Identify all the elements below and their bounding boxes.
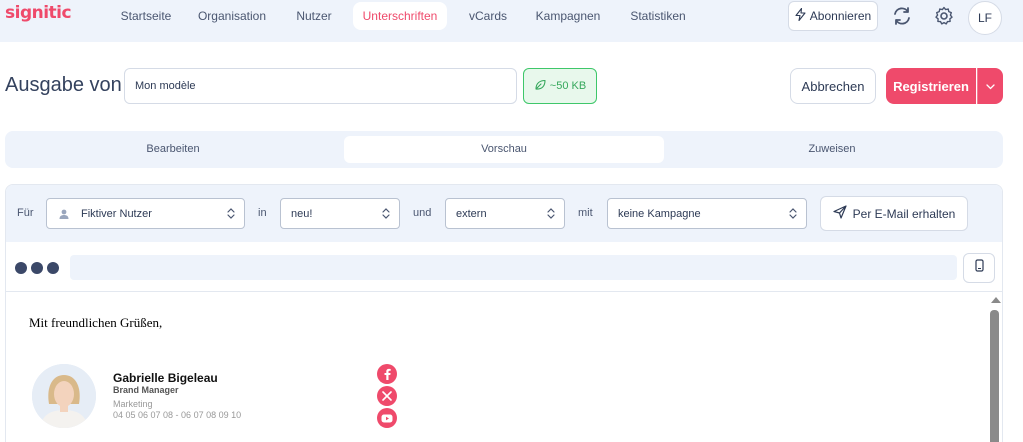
size-label: ~50 KB [549,80,587,92]
mode-select[interactable]: neu! [280,198,400,229]
signature-role: Brand Manager [113,385,179,395]
user-avatar[interactable]: LF [968,1,1002,35]
filter-label-and: und [413,207,432,219]
size-badge: ~50 KB [523,68,597,104]
window-dot [31,262,43,274]
preview-filter-row: Für Fiktiver Nutzer in neu! und extern m… [6,185,1002,242]
signature-name-input[interactable] [124,68,517,104]
x-icon[interactable] [377,386,397,406]
filter-label-in: in [258,207,267,219]
lightning-icon [795,7,806,24]
mobile-icon [974,259,984,277]
nav-statistiken[interactable]: Statistiken [620,2,696,30]
signature-photo [32,364,96,428]
mode-select-value: neu! [291,207,313,220]
nav-nutzer[interactable]: Nutzer [284,2,344,30]
youtube-icon[interactable] [377,408,397,428]
nav-kampagnen[interactable]: Kampagnen [528,2,608,30]
campaign-select[interactable]: keine Kampagne [607,198,807,229]
chevron-down-icon [986,77,995,95]
tab-zuweisen[interactable]: Zuweisen [669,136,995,163]
editor-tabs: Bearbeiten Vorschau Zuweisen [5,131,1003,168]
tab-bearbeiten[interactable]: Bearbeiten [10,136,336,163]
signature-department: Marketing [113,399,153,409]
user-icon [58,208,70,223]
register-button[interactable]: Registrieren [886,68,976,104]
sync-icon[interactable] [890,4,914,28]
scope-select-value: extern [456,207,487,220]
gear-icon[interactable] [932,4,956,28]
user-select-value: Fiktiver Nutzer [81,207,152,220]
scroll-up-arrow-icon[interactable] [991,297,1001,303]
send-email-button[interactable]: Per E-Mail erhalten [820,196,968,231]
filter-label-with: mit [578,207,593,219]
register-dropdown-button[interactable] [977,68,1003,104]
signature-name: Gabrielle Bigeleau [113,371,218,385]
updown-chevron-icon [788,207,798,223]
send-icon [833,205,847,222]
signitic-logo[interactable]: signitic [5,3,72,23]
nav-organisation[interactable]: Organisation [190,2,274,30]
updown-chevron-icon [381,207,391,223]
mock-browser-bar [6,242,1002,292]
updown-chevron-icon [546,207,556,223]
window-dot [47,262,59,274]
signature-phone: 04 05 06 07 08 - 06 07 08 09 10 [113,410,242,420]
campaign-select-value: keine Kampagne [618,207,701,220]
updown-chevron-icon [226,207,236,223]
leaf-icon [534,79,546,94]
subscribe-button[interactable]: Abonnieren [788,1,878,31]
preview-panel: Für Fiktiver Nutzer in neu! und extern m… [5,184,1003,442]
preview-scrollbar[interactable] [989,293,1001,442]
send-email-label: Per E-Mail erhalten [852,206,956,221]
top-navbar: signitic Startseite Organisation Nutzer … [0,0,1023,42]
window-dot [15,262,27,274]
signature-greeting: Mit freundlichen Grüßen, [29,315,163,330]
cancel-button[interactable]: Abbrechen [790,68,876,104]
signature-preview: Mit freundlichen Grüßen, Gabrielle Bigel… [6,293,1002,442]
filter-label-for: Für [17,207,34,219]
tab-vorschau[interactable]: Vorschau [344,136,664,163]
facebook-icon[interactable] [377,364,397,384]
subscribe-label: Abonnieren [809,9,872,23]
mock-url-bar [70,255,957,280]
scroll-thumb[interactable] [990,310,999,442]
nav-vcards[interactable]: vCards [458,2,518,30]
nav-unterschriften[interactable]: Unterschriften [353,2,447,30]
device-toggle-button[interactable] [963,253,995,283]
user-select[interactable]: Fiktiver Nutzer [46,198,245,229]
nav-startseite[interactable]: Startseite [108,2,184,30]
scope-select[interactable]: extern [445,198,565,229]
page-title: Ausgabe von [5,74,122,96]
